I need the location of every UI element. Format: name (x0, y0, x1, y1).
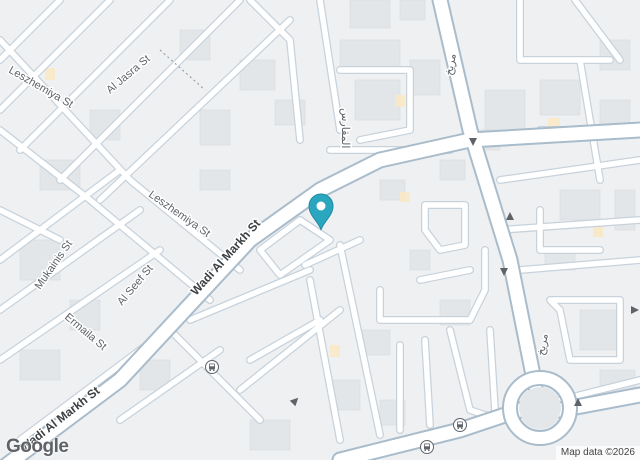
label-al-jasra-st: Al Jasra St (104, 53, 152, 96)
label-mrikh-2: مريخ (535, 333, 551, 357)
label-leszhemiya-st-2: Leszhemiya St (146, 189, 212, 240)
label-leszhemiya-st-1: Leszhemiya St (7, 64, 75, 110)
label-al-seef-st: Al Seef St (115, 263, 156, 308)
bus-stop-icon[interactable] (420, 440, 434, 454)
location-pin-icon[interactable] (306, 192, 336, 232)
map-canvas[interactable]: Al Jasra St Leszhemiya St Leszhemiya St … (0, 0, 640, 460)
label-mrikh-1: مريخ (443, 53, 459, 77)
label-ermaila-st: Ermaila St (62, 311, 109, 353)
bus-stop-icon[interactable] (453, 418, 467, 432)
label-al-maqaris: المقارس (339, 108, 351, 148)
label-mukainis-st: Mukainis St (33, 238, 75, 291)
map-attribution[interactable]: Map data ©2026 (555, 446, 640, 460)
google-logo: Google (6, 436, 69, 457)
bus-stop-icon[interactable] (205, 360, 219, 374)
